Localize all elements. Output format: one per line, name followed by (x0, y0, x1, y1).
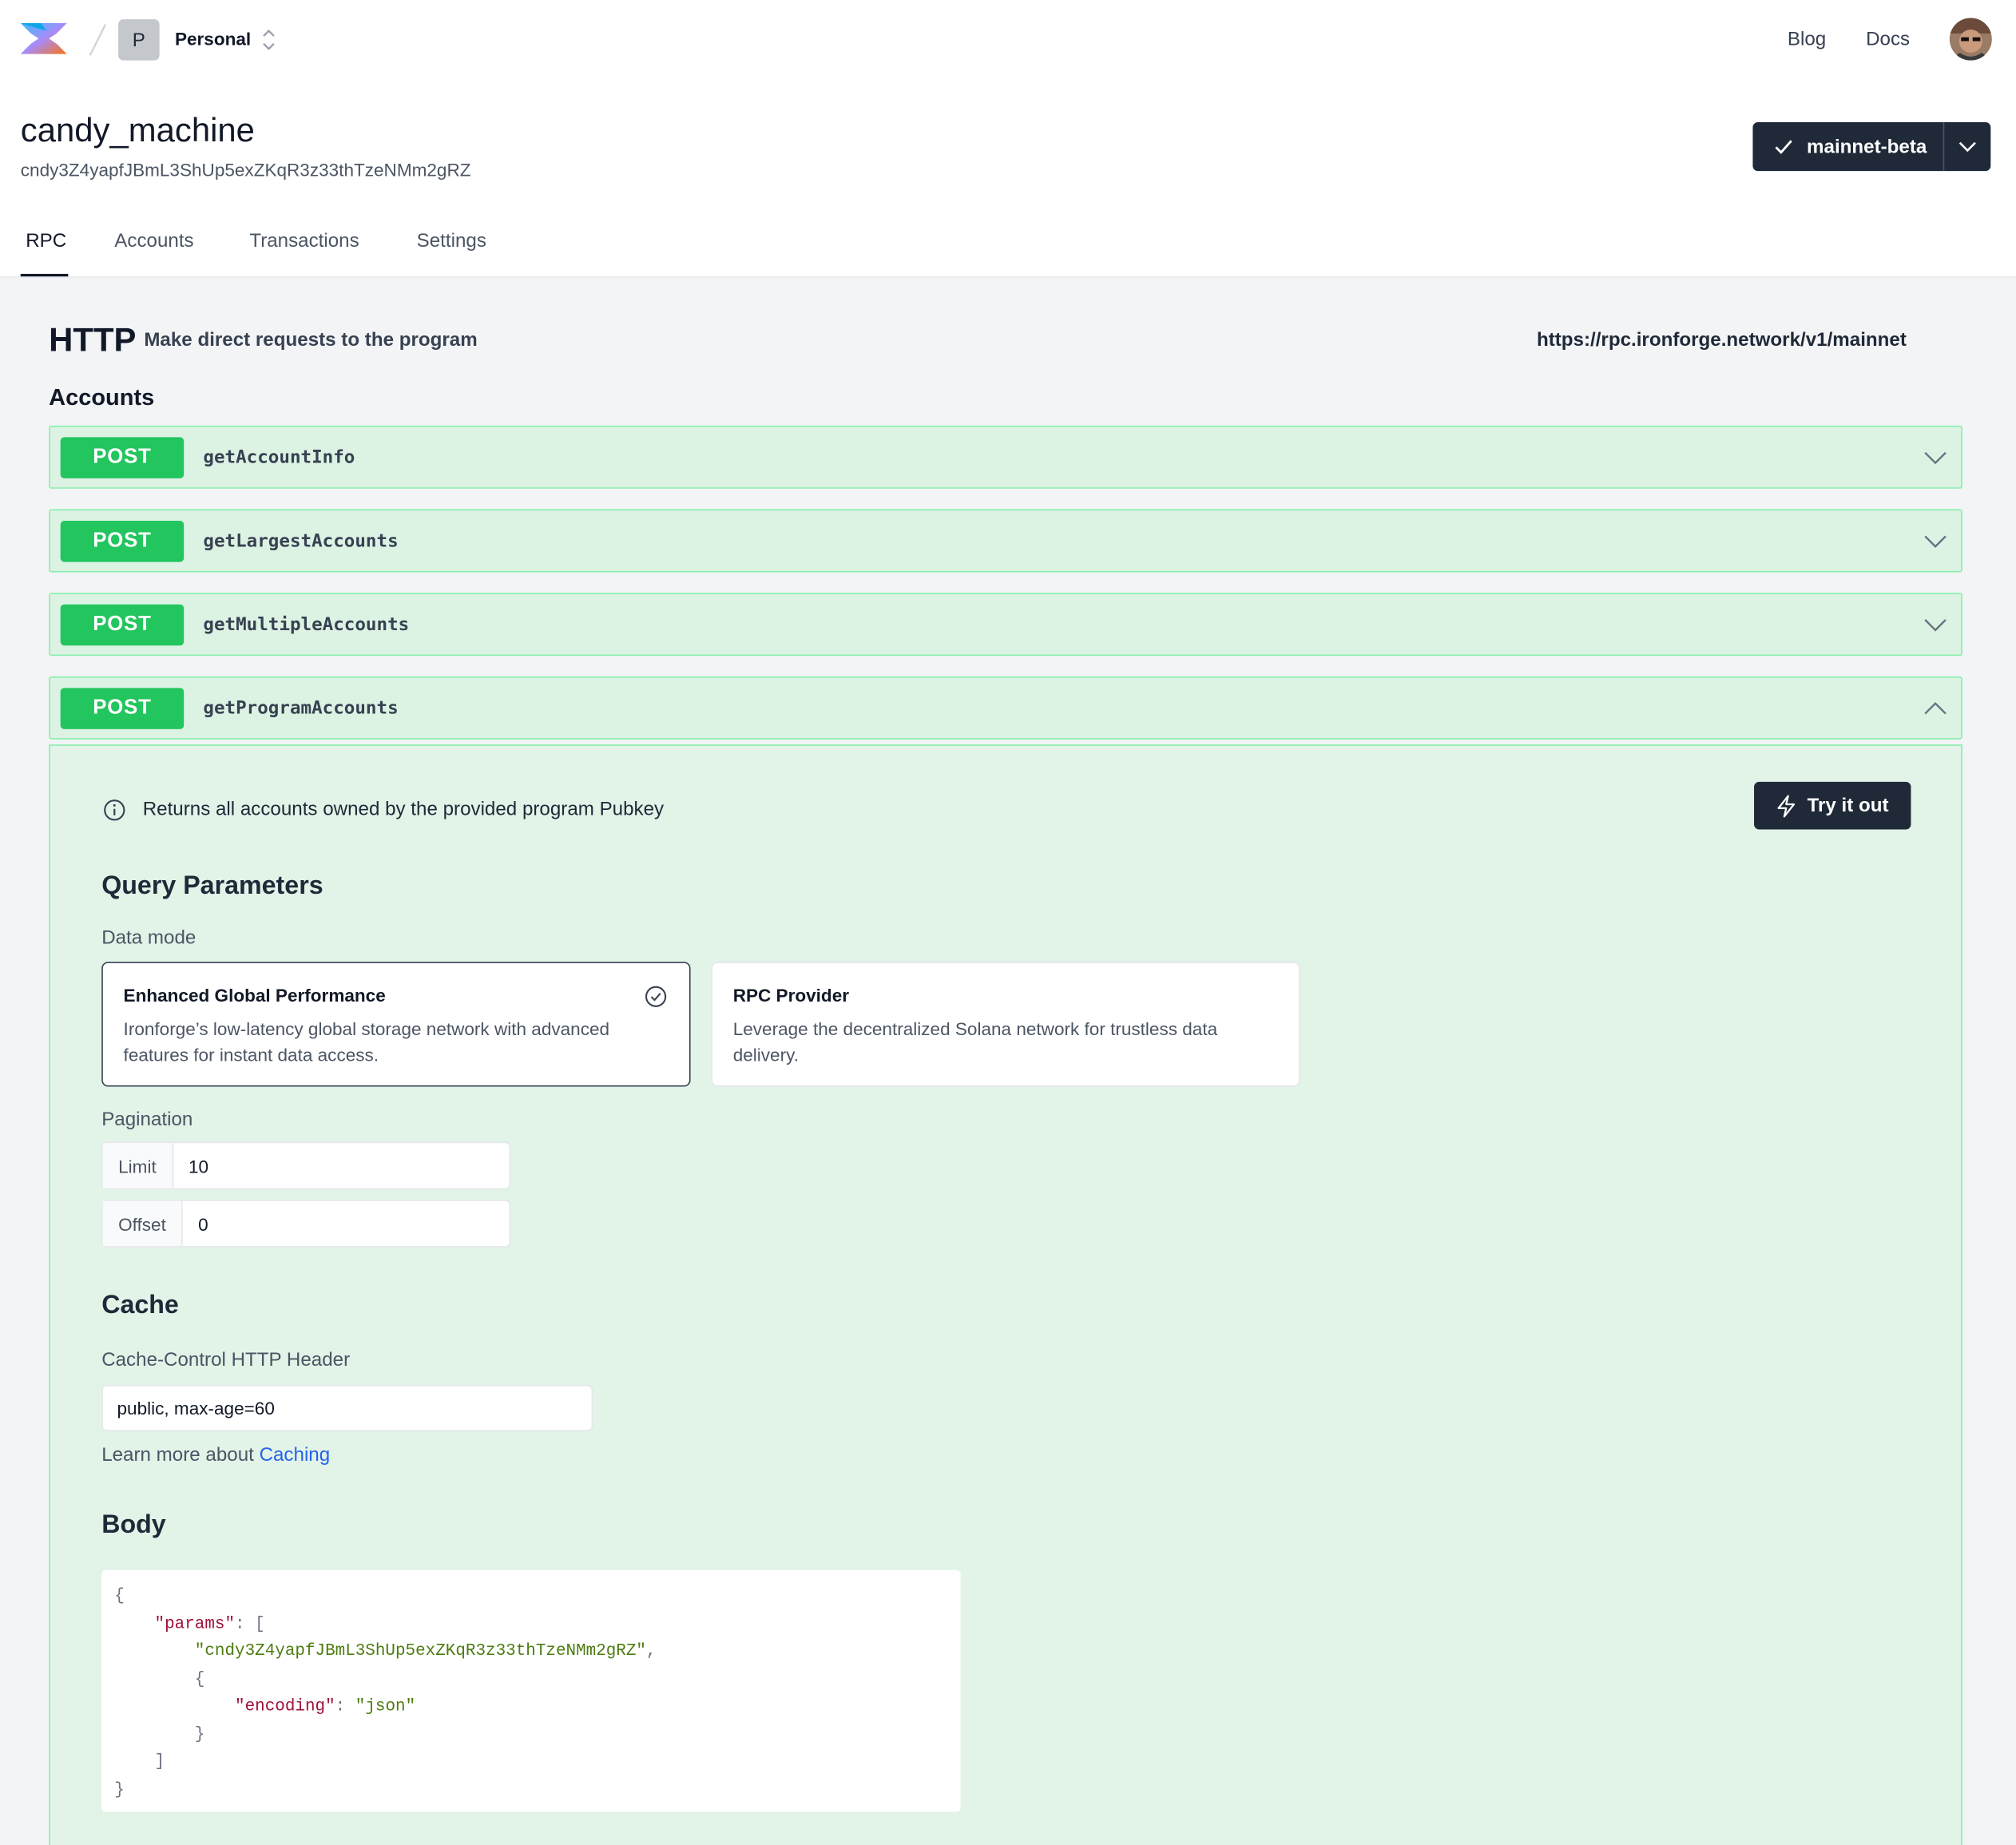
endpoint-name: getProgramAccounts (203, 698, 399, 719)
offset-label: Offset (102, 1200, 183, 1247)
method-badge: POST (60, 688, 185, 729)
try-it-out-label: Try it out (1807, 794, 1889, 817)
data-mode-option-rpc-provider[interactable]: RPC Provider Leverage the decentralized … (711, 962, 1300, 1087)
tab-settings[interactable]: Settings (417, 230, 486, 252)
workspace-name[interactable]: Personal (175, 28, 251, 49)
caching-link[interactable]: Caching (260, 1444, 331, 1466)
code-string-encoding: "json" (355, 1696, 416, 1716)
request-body-editor[interactable]: { "params": [ "cndy3Z4yapfJBmL3ShUp5exZK… (101, 1569, 961, 1812)
chevron-down-icon[interactable] (1923, 445, 1948, 470)
tab-transactions[interactable]: Transactions (249, 230, 359, 252)
workspace-avatar[interactable]: P (118, 19, 160, 61)
method-badge: POST (60, 604, 185, 646)
offset-field: Offset 0 (101, 1200, 511, 1248)
program-address: cndy3Z4yapfJBmL3ShUp5exZKqR3z33thTzeNMm2… (20, 159, 471, 181)
code-key-params: "params" (154, 1613, 236, 1633)
mode-description: Leverage the decentralized Solana networ… (732, 1018, 1218, 1065)
limit-field: Limit 10 (101, 1141, 511, 1190)
endpoint-name: getLargestAccounts (203, 530, 399, 552)
mode-title: RPC Provider (732, 985, 850, 1006)
main-content: HTTP Make direct requests to the program… (0, 277, 2016, 1845)
data-mode-label: Data mode (101, 926, 196, 950)
learn-more-prefix: Learn more about (101, 1444, 254, 1466)
network-selector: mainnet-beta (1752, 121, 1991, 172)
info-icon (104, 800, 125, 821)
endpoint-row-getprogramaccounts[interactable]: POST getProgramAccounts (49, 676, 1962, 740)
breadcrumb-divider-icon (89, 24, 107, 56)
lightning-icon (1778, 794, 1796, 817)
pagination-label: Pagination (101, 1108, 193, 1131)
nav-blog-link[interactable]: Blog (1788, 28, 1826, 50)
page: P Personal Blog Docs candy_machine cndy3… (0, 0, 2016, 1845)
tab-bar: RPC Accounts Transactions Settings (0, 216, 2016, 278)
tab-accounts[interactable]: Accounts (114, 230, 193, 252)
ironforge-logo-icon[interactable] (20, 21, 67, 57)
endpoint-row-getlargestaccounts[interactable]: POST getLargestAccounts (49, 509, 1962, 573)
endpoint-name: getMultipleAccounts (203, 614, 410, 636)
limit-label: Limit (102, 1143, 173, 1188)
check-circle-icon (645, 986, 667, 1007)
nav-docs-link[interactable]: Docs (1866, 28, 1910, 50)
chevron-down-icon[interactable] (1923, 612, 1948, 637)
active-tab-indicator (20, 273, 69, 277)
rpc-url[interactable]: https://rpc.ironforge.network/v1/mainnet (1537, 329, 1907, 351)
check-icon (1775, 140, 1792, 154)
query-parameters-heading: Query Parameters (101, 871, 323, 900)
endpoint-row-getaccountinfo[interactable]: POST getAccountInfo (49, 425, 1962, 489)
section-title-accounts: Accounts (49, 384, 155, 411)
chevron-down-icon[interactable] (1923, 529, 1948, 554)
code-string-address: "cndy3Z4yapfJBmL3ShUp5exZKqR3z33thTzeNMm… (194, 1641, 646, 1660)
try-it-out-button[interactable]: Try it out (1754, 781, 1911, 830)
chevron-down-icon (1958, 141, 1976, 153)
method-badge: POST (60, 437, 185, 478)
cache-control-label: Cache-Control HTTP Header (101, 1348, 351, 1371)
offset-input[interactable]: 0 (183, 1201, 224, 1246)
method-badge: POST (60, 521, 185, 562)
endpoint-description: Returns all accounts owned by the provid… (142, 798, 665, 821)
network-label: mainnet-beta (1807, 135, 1927, 158)
limit-input[interactable]: 10 (173, 1143, 224, 1188)
top-bar: P Personal Blog Docs (0, 0, 2016, 80)
cache-control-input[interactable]: public, max-age=60 (101, 1384, 593, 1431)
chevron-up-down-icon[interactable] (260, 26, 278, 54)
learn-more-text: Learn more about Caching (101, 1444, 330, 1466)
http-title: HTTP (49, 319, 137, 359)
body-heading: Body (101, 1510, 166, 1540)
network-button[interactable]: mainnet-beta (1752, 122, 1943, 171)
mode-title: Enhanced Global Performance (123, 985, 386, 1006)
endpoint-name: getAccountInfo (203, 447, 355, 469)
user-avatar[interactable] (1949, 18, 1992, 61)
network-dropdown-button[interactable] (1944, 122, 1990, 171)
endpoint-row-getmultipleaccounts[interactable]: POST getMultipleAccounts (49, 593, 1962, 657)
http-subtitle: Make direct requests to the program (144, 329, 478, 351)
cache-heading: Cache (101, 1291, 179, 1319)
endpoint-detail-panel: Returns all accounts owned by the provid… (49, 744, 1962, 1845)
tab-rpc[interactable]: RPC (26, 230, 66, 252)
chevron-up-icon[interactable] (1923, 696, 1948, 721)
code-key-encoding: "encoding" (235, 1696, 335, 1716)
program-title: candy_machine (20, 110, 255, 149)
data-mode-option-enhanced[interactable]: Enhanced Global Performance Ironforge’s … (101, 962, 691, 1087)
mode-description: Ironforge’s low-latency global storage n… (123, 1018, 610, 1065)
